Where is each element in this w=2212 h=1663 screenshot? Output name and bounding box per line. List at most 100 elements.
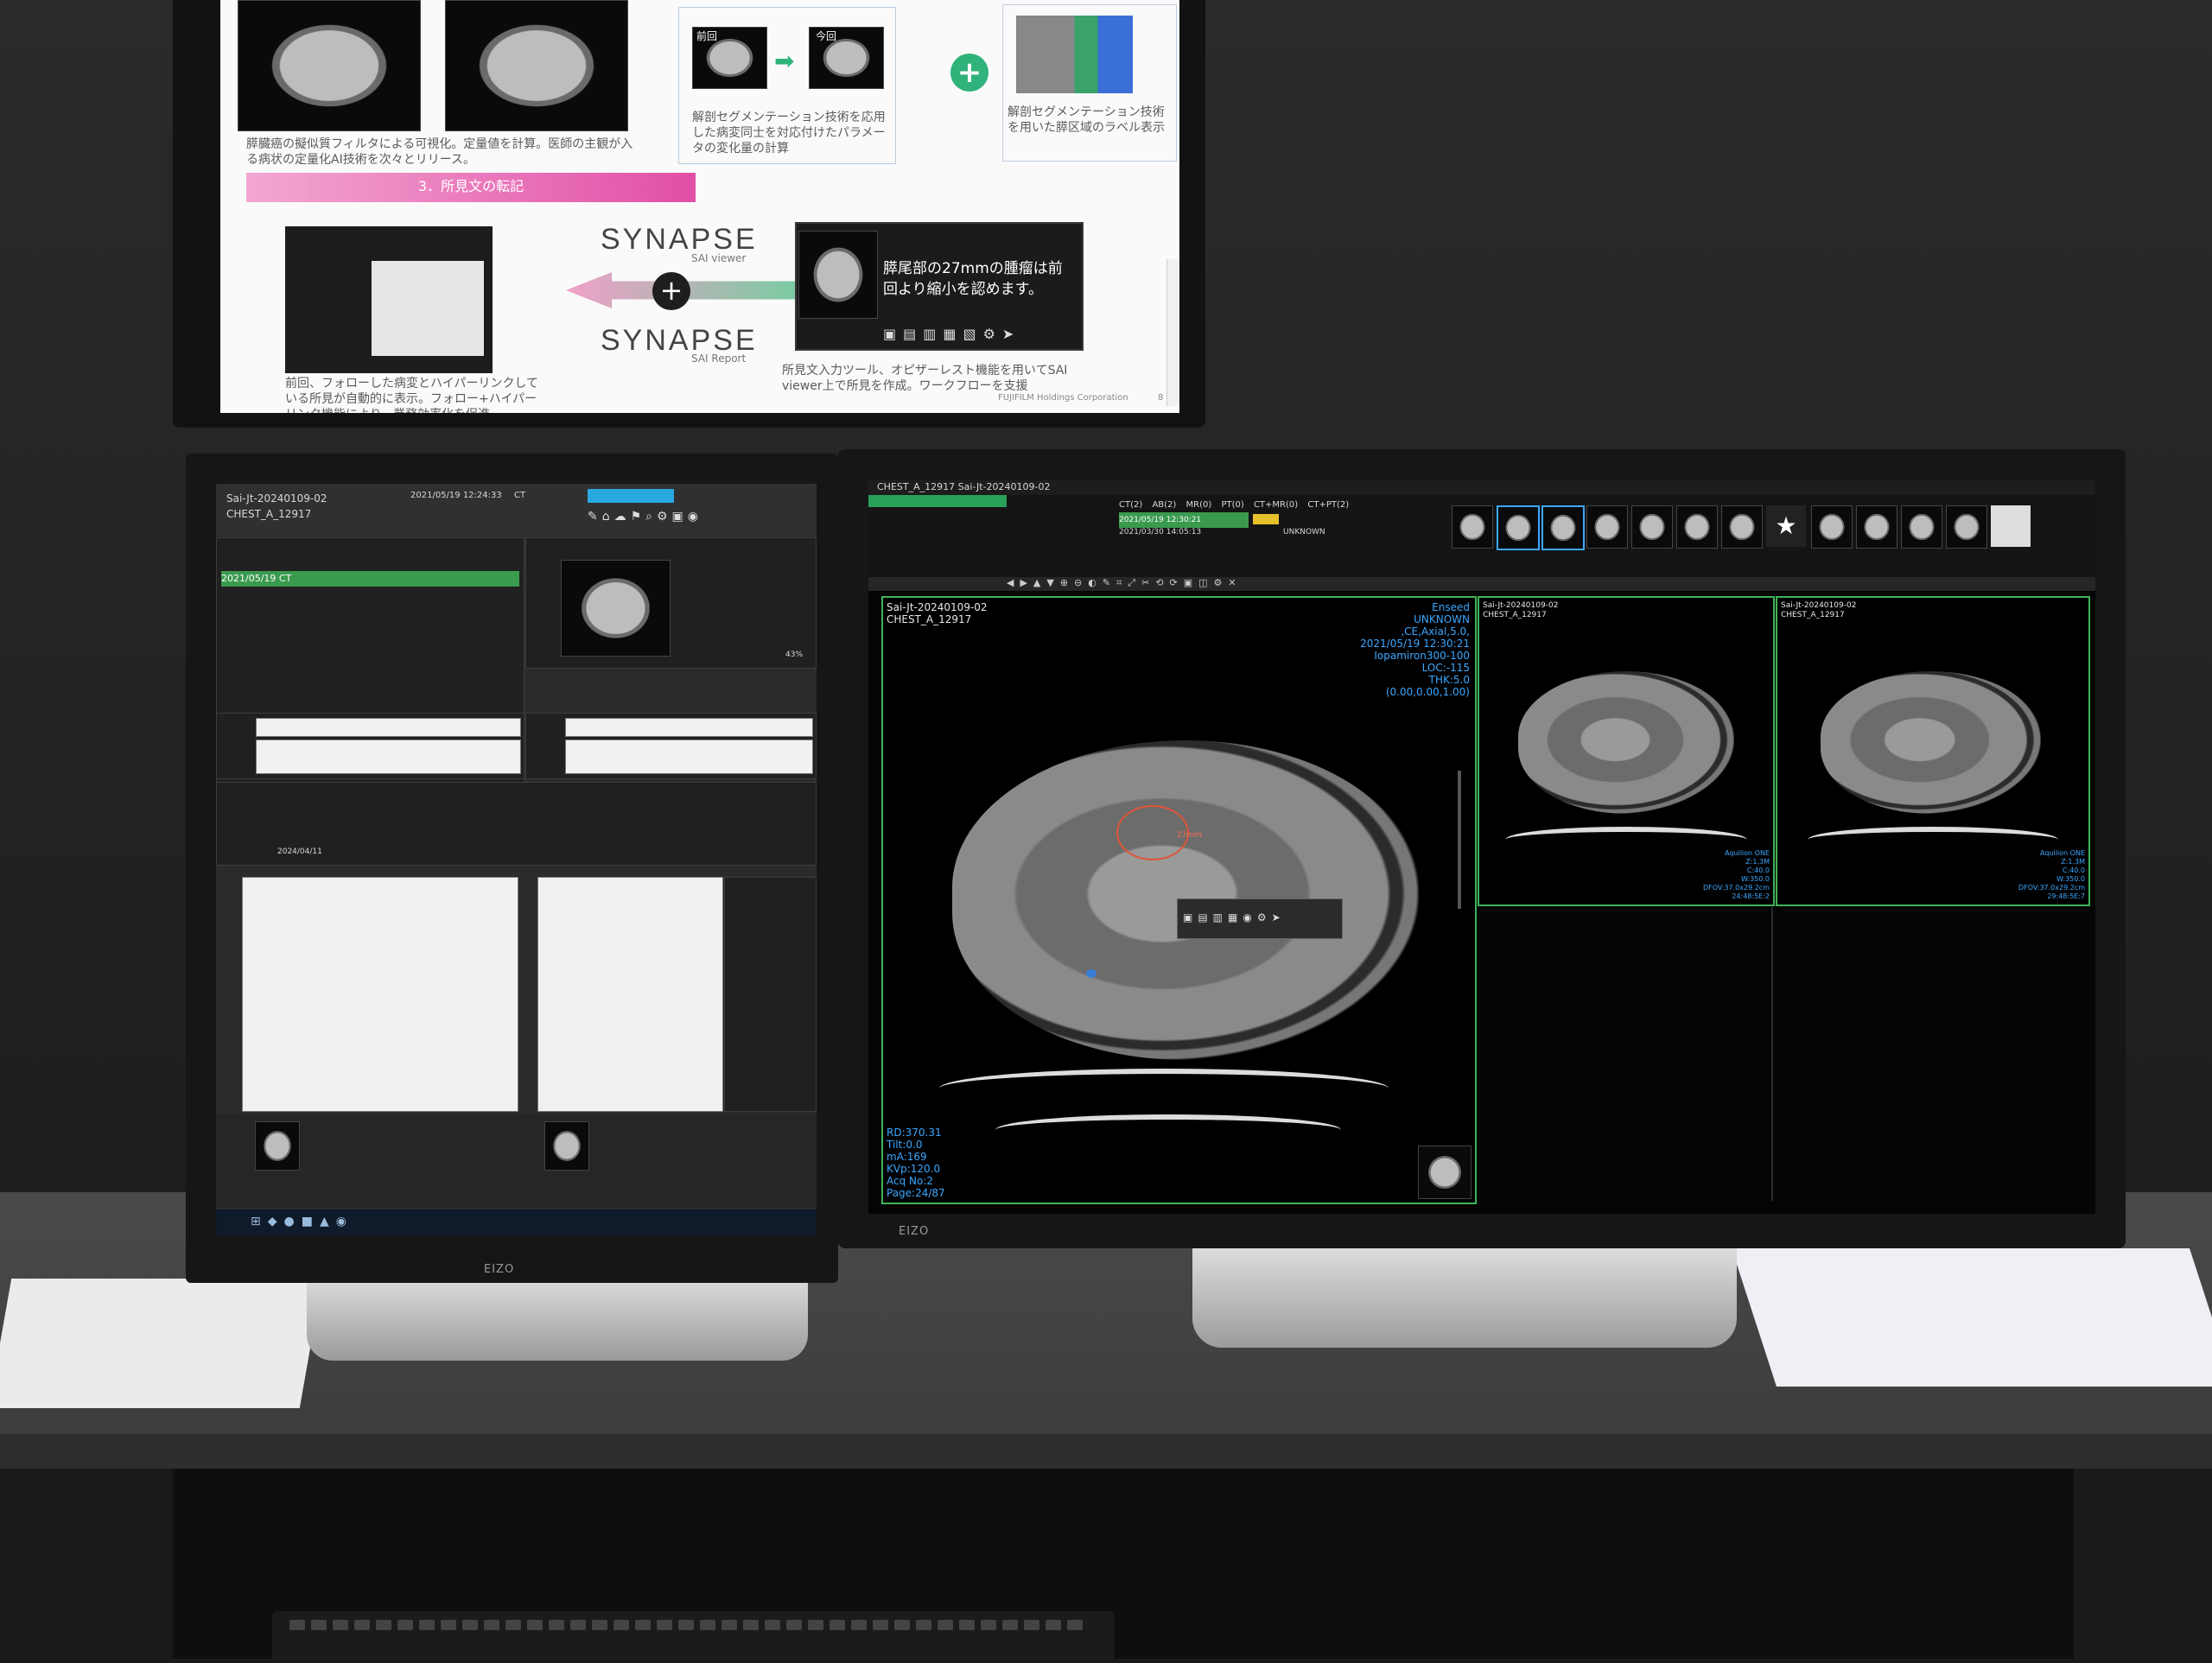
series-thumb-12[interactable] xyxy=(1991,505,2031,547)
key xyxy=(397,1620,413,1630)
header-toolbar-icons[interactable]: ✎⌂☁⚑⌕⚙▣◉ xyxy=(588,510,808,529)
key-image[interactable] xyxy=(561,560,671,657)
series-tabs[interactable]: CT(2) AB(2) MR(0) PT(0) CT+MR(0) CT+PT(2… xyxy=(1119,500,1349,510)
ct-table-line-2 xyxy=(995,1114,1341,1146)
localizer-thumb[interactable] xyxy=(1418,1146,1471,1199)
study-row-1[interactable]: 2021/05/19 12:30:21 xyxy=(1119,512,1249,528)
series-thumb-9[interactable] xyxy=(1856,505,1897,549)
mini-toolbar-icons[interactable]: ▣▤▥▦◉⚙➤ xyxy=(1183,911,1286,924)
thumb-prev[interactable] xyxy=(255,1121,300,1171)
plus-icon: + xyxy=(950,54,988,92)
series-thumb-8[interactable] xyxy=(1811,505,1853,549)
series-tab-3[interactable]: PT(0) xyxy=(1221,500,1243,510)
side-viewport-1[interactable]: Sai-Jt-20240109-02 CHEST_A_12917 Aquilio… xyxy=(1478,596,1775,906)
key xyxy=(419,1620,435,1630)
scroll-slider[interactable] xyxy=(1458,771,1461,909)
slide-side-toolbar[interactable] xyxy=(1166,259,1179,406)
ct-thumbnail-1 xyxy=(238,0,421,131)
main-vp-top-left: Sai-Jt-20240109-02 CHEST_A_12917 xyxy=(887,601,988,625)
exam-info-panel: 2024/04/11 xyxy=(216,782,817,866)
key xyxy=(916,1620,931,1630)
series-tab-2[interactable]: MR(0) xyxy=(1186,500,1212,510)
key xyxy=(527,1620,543,1630)
comment-input-4[interactable] xyxy=(565,739,813,774)
side-ct-image-2[interactable] xyxy=(1821,671,2041,814)
series-tab-5[interactable]: CT+PT(2) xyxy=(1307,500,1349,510)
corp-label: FUJIFILM Holdings Corporation xyxy=(998,393,1128,403)
series-tab-0[interactable]: CT(2) xyxy=(1119,500,1142,510)
series-thumb-10[interactable] xyxy=(1901,505,1942,549)
main-viewport[interactable]: Sai-Jt-20240109-02 CHEST_A_12917 Enseed … xyxy=(881,596,1477,1204)
impression-editor[interactable] xyxy=(537,877,723,1112)
key xyxy=(549,1620,564,1630)
series-thumb-6[interactable] xyxy=(1676,505,1718,549)
series-thumb-7[interactable] xyxy=(1721,505,1763,549)
series-thumb-4[interactable] xyxy=(1586,505,1628,549)
key xyxy=(1067,1620,1083,1630)
series-thumb-1[interactable] xyxy=(1452,505,1493,549)
status-flag xyxy=(1253,514,1279,524)
key xyxy=(289,1620,305,1630)
blue-marker[interactable] xyxy=(1086,969,1096,978)
key xyxy=(657,1620,672,1630)
screenshot-pane xyxy=(372,261,484,356)
segmentation-box: 解剖セグメンテーション技術を用いた膵区域のラベル表示 xyxy=(1002,4,1177,162)
report-mini-toolbar[interactable]: ▣▤▥▦◉⚙➤ xyxy=(1177,898,1343,939)
key xyxy=(484,1620,499,1630)
side-ct-image-1[interactable] xyxy=(1518,671,1734,814)
series-thumb-5[interactable] xyxy=(1631,505,1673,549)
zoom-level: 43% xyxy=(785,651,804,659)
study-tab[interactable] xyxy=(868,495,1007,507)
key xyxy=(851,1620,867,1630)
seg-text-2: 解剖セグメンテーション技術を用いた膵区域のラベル表示 xyxy=(1007,105,1165,135)
brochure-left xyxy=(0,1279,323,1408)
lesion-label: 27mm xyxy=(1177,831,1202,840)
bookmark-icon[interactable]: ★ xyxy=(1766,505,1806,547)
finding-text: 膵尾部の27mmの腫瘤は前回より縮小を認めます。 xyxy=(883,260,1063,298)
comment-input-2[interactable] xyxy=(256,739,521,774)
key xyxy=(441,1620,456,1630)
taskbar-icons[interactable]: ⊞◆●■▲◉ xyxy=(251,1215,353,1228)
software-screenshot xyxy=(285,226,493,373)
series-thumb-11[interactable] xyxy=(1946,505,1987,549)
comment-input-1[interactable] xyxy=(256,718,521,737)
findings-editor[interactable] xyxy=(242,877,518,1112)
popup-ct xyxy=(798,231,878,319)
sai-report-label: SAI Report xyxy=(691,352,747,365)
thumb-curr[interactable] xyxy=(544,1121,589,1171)
side-viewport-2[interactable]: Sai-Jt-20240109-02 CHEST_A_12917 Aquilio… xyxy=(1776,596,2090,906)
key xyxy=(830,1620,845,1630)
modality: CT xyxy=(514,491,526,500)
study-row-selected[interactable]: 2021/05/19 CT xyxy=(221,571,519,587)
viewer-title-bar: CHEST_A_12917 Sai-Jt-20240109-02 xyxy=(868,479,2095,495)
main-vp-top-right: Enseed UNKNOWN ,CE,Axial,5.0, 2021/05/19… xyxy=(1360,601,1470,698)
status-button[interactable] xyxy=(588,489,674,503)
series-tab-4[interactable]: CT+MR(0) xyxy=(1254,500,1298,510)
key xyxy=(894,1620,910,1630)
series-thumbnails: ★ xyxy=(1443,505,2091,557)
prev-label: 前回 xyxy=(696,30,718,42)
series-tab-1[interactable]: AB(2) xyxy=(1152,500,1176,510)
key xyxy=(333,1620,348,1630)
curr-label: 今回 xyxy=(816,30,837,42)
key xyxy=(959,1620,975,1630)
key xyxy=(505,1620,521,1630)
series-thumb-2[interactable] xyxy=(1497,505,1540,550)
key xyxy=(743,1620,759,1630)
report-header: Sai-Jt-20240109-02 CHEST_A_12917 2021/05… xyxy=(216,484,817,536)
side-vp1-top-left: Sai-Jt-20240109-02 CHEST_A_12917 xyxy=(1483,601,1559,619)
side-vp2-top-left: Sai-Jt-20240109-02 CHEST_A_12917 xyxy=(1781,601,1857,619)
bottom-left-text: 前回、フォローした病変とハイパーリンクしている所見が自動的に表示。フォロー+ハイ… xyxy=(285,377,539,413)
study-row-2[interactable]: 2021/03/30 14:05:13 xyxy=(1119,528,1201,536)
ct-table-line-1 xyxy=(939,1069,1389,1108)
unknown-label: UNKNOWN xyxy=(1283,528,1325,536)
key xyxy=(1046,1620,1061,1630)
sai-viewer-label: SAI viewer xyxy=(691,252,747,264)
viewer-toolbar[interactable]: ◀▶▲▼⊕⊖◐✎⌗⤢✂⟲⟳▣◫⚙✕ xyxy=(868,577,2095,591)
comment-input-3[interactable] xyxy=(565,718,813,737)
series-thumb-3[interactable] xyxy=(1541,505,1585,550)
brochure-right xyxy=(1732,1248,2212,1387)
flow-arrow xyxy=(566,272,821,308)
right-monitor-stand xyxy=(1192,1248,1737,1348)
desk-edge xyxy=(0,1434,2212,1469)
